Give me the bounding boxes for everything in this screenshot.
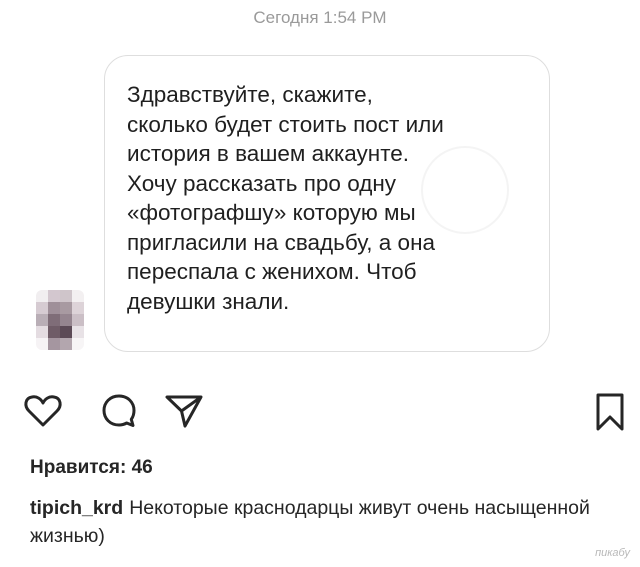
message-timestamp: Сегодня 1:54 PM	[253, 8, 387, 27]
heart-icon[interactable]	[22, 390, 64, 432]
comment-icon[interactable]	[98, 390, 140, 432]
bookmark-icon[interactable]	[592, 390, 628, 434]
likes-count[interactable]: Нравится: 46	[30, 457, 153, 479]
post-actions-bar	[0, 390, 640, 434]
message-bubble: Здравствуйте, скажите, сколько будет сто…	[104, 55, 550, 352]
caption-username[interactable]: tipich_krd	[30, 497, 123, 519]
watermark-stamp	[421, 146, 509, 234]
share-icon[interactable]	[162, 390, 206, 432]
avatar[interactable]	[36, 290, 84, 350]
post-caption: tipich_krd Некоторые краснодарцы живут оч…	[30, 494, 620, 550]
site-watermark: пикабу	[595, 547, 630, 559]
